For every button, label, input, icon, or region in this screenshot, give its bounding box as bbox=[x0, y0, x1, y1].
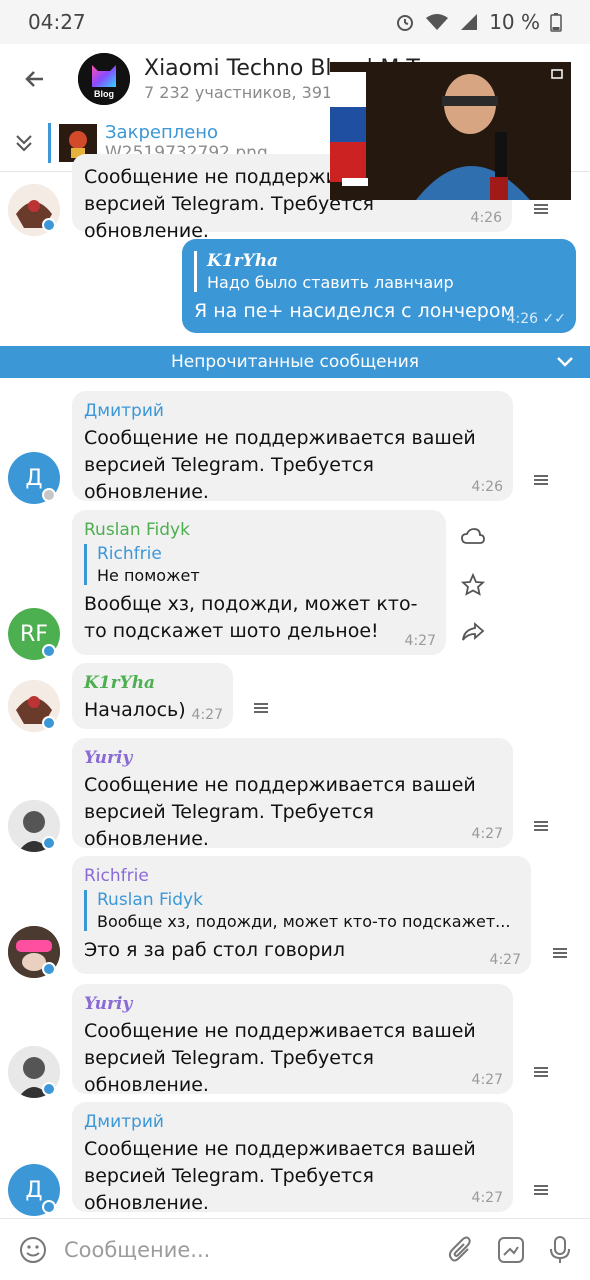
message-text: Это я за раб стол говорил bbox=[84, 939, 346, 961]
online-indicator bbox=[42, 716, 56, 730]
double-check-icon: ✓✓ bbox=[542, 311, 566, 327]
avatar-label: Blog bbox=[94, 89, 114, 99]
unread-messages-divider: Непрочитанные сообщения bbox=[0, 346, 590, 378]
reply-author: Ruslan Fidyk bbox=[97, 890, 203, 910]
sender-name[interactable]: Ruslan Fidyk bbox=[84, 520, 434, 540]
reply-text: Вообще хз, подожди, может кто-то подскаж… bbox=[97, 912, 511, 931]
message-time: 4:27 bbox=[471, 1072, 503, 1088]
online-indicator bbox=[42, 836, 56, 850]
message-time: 4:26 bbox=[470, 210, 502, 226]
message-text: Сообщение не поддерживается вашей версие… bbox=[84, 1138, 476, 1214]
signal-icon bbox=[461, 14, 478, 30]
message-bubble[interactable]: Дмитрий Сообщение не поддерживается ваше… bbox=[72, 1102, 513, 1214]
sender-name[interactable]: Richfrie bbox=[84, 866, 519, 886]
wifi-icon bbox=[426, 14, 449, 30]
message-time: 4:27 bbox=[471, 826, 503, 842]
message-text: Вообще хз, подожди, может кто-то подскаж… bbox=[84, 593, 418, 642]
emoji-icon[interactable] bbox=[18, 1235, 48, 1265]
online-indicator bbox=[42, 644, 56, 658]
unread-label: Непрочитанные сообщения bbox=[171, 352, 419, 372]
reply-author: K1rYha bbox=[207, 251, 279, 271]
reply-author: Richfrie bbox=[97, 544, 162, 564]
message-bubble[interactable]: Richfrie Ruslan Fidyk Вообще хз, подожди… bbox=[72, 856, 531, 974]
message-time: 4:27 bbox=[404, 633, 436, 649]
message-bubble[interactable]: Дмитрий Сообщение не поддерживается ваше… bbox=[72, 391, 513, 503]
sender-name[interactable]: Дмитрий bbox=[84, 401, 501, 421]
message-time: 4:26 bbox=[471, 479, 503, 495]
message-text: Сообщение не поддерживается вашей версие… bbox=[84, 1020, 476, 1096]
offline-indicator bbox=[42, 488, 56, 502]
microphone-icon[interactable] bbox=[548, 1235, 572, 1265]
message-time: 4:26 ✓✓ bbox=[506, 311, 566, 327]
message-menu-icon[interactable] bbox=[534, 475, 550, 487]
message-list[interactable]: Сообщение не поддерживается вашей версие… bbox=[0, 154, 590, 1218]
message-bubble[interactable]: Yuriy Сообщение не поддерживается вашей … bbox=[72, 984, 513, 1096]
message-bubble[interactable]: Yuriy Сообщение не поддерживается вашей … bbox=[72, 738, 513, 850]
message-menu-icon[interactable] bbox=[553, 948, 569, 960]
message-composer: Сообщение... bbox=[0, 1218, 590, 1280]
reply-quote[interactable]: K1rYha Надо было ставить лавнчаир bbox=[194, 251, 564, 292]
sender-name[interactable]: K1rYha bbox=[84, 673, 221, 693]
message-time: 4:27 bbox=[471, 1190, 503, 1206]
double-chevron-down-icon bbox=[16, 134, 32, 151]
back-button[interactable] bbox=[0, 44, 70, 114]
battery-icon bbox=[550, 13, 562, 32]
pinned-collapse-button[interactable] bbox=[0, 133, 48, 153]
reply-text: Не поможет bbox=[97, 566, 200, 585]
picture-in-picture-video[interactable] bbox=[330, 62, 571, 200]
battery-percent: 10 % bbox=[489, 10, 540, 34]
alarm-icon bbox=[397, 15, 414, 31]
message-input[interactable]: Сообщение... bbox=[64, 1238, 448, 1262]
cloud-icon[interactable] bbox=[461, 528, 485, 546]
message-text: Сообщение не поддерживается вашей версие… bbox=[84, 774, 476, 850]
status-bar: 04:27 10 % bbox=[0, 0, 590, 44]
star-icon[interactable] bbox=[461, 573, 485, 597]
chat-avatar[interactable]: Blog bbox=[78, 53, 130, 105]
sticker-icon[interactable] bbox=[496, 1235, 526, 1265]
message-bubble[interactable]: Ruslan Fidyk Richfrie Не поможет Вообще … bbox=[72, 510, 446, 655]
online-indicator bbox=[42, 1082, 56, 1096]
online-indicator bbox=[42, 962, 56, 976]
arrow-left-icon bbox=[25, 71, 43, 87]
chevron-down-icon[interactable] bbox=[556, 354, 574, 370]
outgoing-message-bubble[interactable]: K1rYha Надо было ставить лавнчаир Я на п… bbox=[182, 239, 576, 333]
reply-quote[interactable]: Richfrie Не поможет bbox=[84, 544, 434, 585]
sender-name[interactable]: Дмитрий bbox=[84, 1112, 501, 1132]
reply-quote[interactable]: Ruslan Fidyk Вообще хз, подожди, может к… bbox=[84, 890, 519, 931]
pinned-accent-bar bbox=[48, 122, 51, 163]
sender-name[interactable]: Yuriy bbox=[84, 748, 501, 768]
message-menu-icon[interactable] bbox=[534, 204, 550, 216]
message-menu-icon[interactable] bbox=[534, 1185, 550, 1197]
message-menu-icon[interactable] bbox=[254, 703, 270, 715]
pinned-label: Закреплено bbox=[105, 122, 219, 143]
share-icon[interactable] bbox=[461, 622, 485, 642]
online-indicator bbox=[42, 1200, 56, 1214]
message-menu-icon[interactable] bbox=[534, 1067, 550, 1079]
sender-name[interactable]: Yuriy bbox=[84, 994, 501, 1014]
message-bubble[interactable]: K1rYha Началось) 4:27 bbox=[72, 663, 233, 729]
paperclip-icon[interactable] bbox=[448, 1235, 474, 1265]
message-menu-icon[interactable] bbox=[534, 821, 550, 833]
video-frame bbox=[330, 62, 571, 200]
status-time: 04:27 bbox=[28, 10, 86, 34]
message-text: Сообщение не поддерживается вашей версие… bbox=[84, 427, 476, 503]
reply-text: Надо было ставить лавнчаир bbox=[207, 273, 454, 292]
online-indicator bbox=[42, 218, 56, 232]
message-time: 4:27 bbox=[191, 707, 223, 723]
message-time: 4:27 bbox=[489, 952, 521, 968]
